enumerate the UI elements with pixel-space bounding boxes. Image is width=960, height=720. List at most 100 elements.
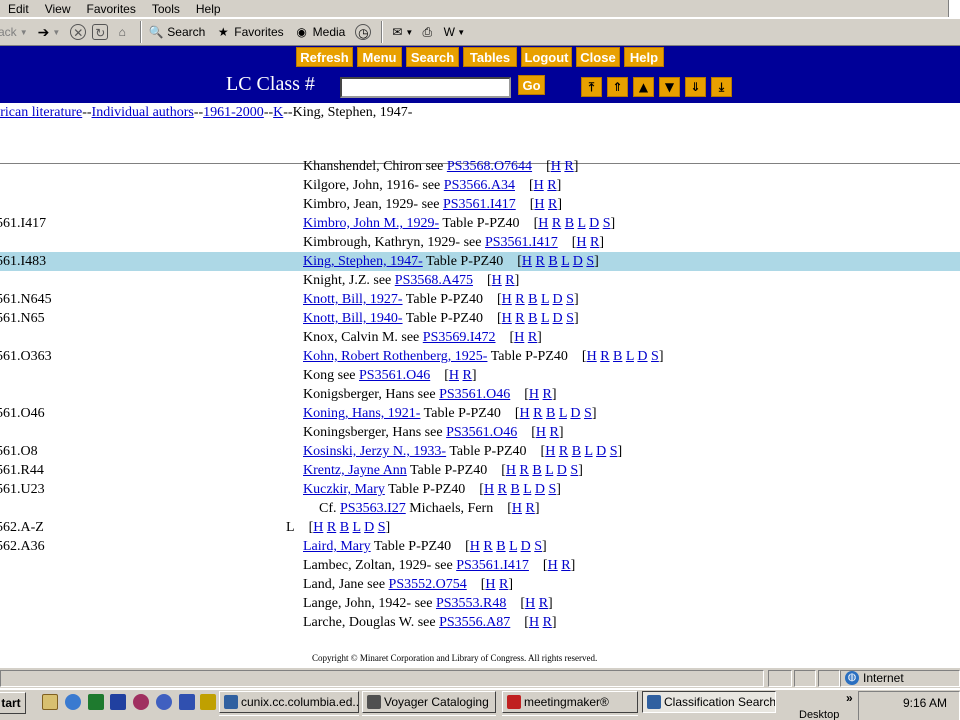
class-reference-link[interactable]: PS3556.A87	[439, 615, 510, 630]
option-link-h[interactable]: H	[502, 311, 512, 326]
home-icon[interactable]: ⌂	[114, 24, 130, 40]
nav-button-menu[interactable]: Menu	[357, 47, 402, 67]
option-link-b[interactable]: B	[532, 463, 541, 478]
menu-item-help[interactable]: Help	[188, 2, 229, 16]
option-link-r[interactable]: R	[515, 311, 524, 326]
option-link-b[interactable]: B	[548, 254, 557, 269]
option-link-s[interactable]: S	[603, 216, 611, 231]
option-link-l[interactable]: L	[559, 406, 567, 421]
nav-button-refresh[interactable]: Refresh	[296, 47, 353, 67]
show-desktop-icon[interactable]	[42, 694, 58, 710]
option-link-b[interactable]: B	[528, 311, 537, 326]
option-link-d[interactable]: D	[637, 349, 647, 364]
option-link-r[interactable]: R	[483, 539, 492, 554]
option-link-r[interactable]: R	[515, 292, 524, 307]
option-link-s[interactable]: S	[566, 311, 574, 326]
option-link-l[interactable]: L	[523, 482, 531, 497]
favorites-button[interactable]: ★ Favorites	[215, 24, 284, 40]
nav-button-search[interactable]: Search	[406, 47, 459, 67]
option-link-s[interactable]: S	[584, 406, 592, 421]
option-link-r[interactable]: R	[536, 254, 545, 269]
option-link-h[interactable]: H	[522, 254, 532, 269]
option-link-b[interactable]: B	[510, 482, 519, 497]
app-icon[interactable]	[200, 694, 216, 710]
class-reference-link[interactable]: PS3569.I472	[423, 330, 496, 345]
author-link[interactable]: Krentz, Jayne Ann	[303, 463, 407, 478]
class-reference-link[interactable]: PS3563.I27	[340, 501, 406, 516]
option-link-d[interactable]: D	[535, 482, 545, 497]
option-link-h[interactable]: H	[534, 178, 544, 193]
search-button[interactable]: 🔍 Search	[148, 24, 206, 40]
mail-icon[interactable]: ✉	[389, 24, 405, 40]
option-link-r[interactable]: R	[547, 178, 556, 193]
option-link-d[interactable]: D	[364, 520, 374, 535]
option-link-r[interactable]: R	[498, 482, 507, 497]
word-icon[interactable]	[110, 694, 126, 710]
option-link-s[interactable]: S	[610, 444, 618, 459]
option-link-h[interactable]: H	[470, 539, 480, 554]
nav-button-logout[interactable]: Logout	[521, 47, 572, 67]
breadcrumb-link[interactable]: 1961-2000	[203, 105, 264, 120]
go-button[interactable]: Go	[518, 75, 545, 95]
author-link[interactable]: Knott, Bill, 1927-	[303, 292, 403, 307]
option-link-d[interactable]: D	[570, 406, 580, 421]
page-down-icon[interactable]: ⇓	[685, 77, 706, 97]
option-link-l[interactable]: L	[626, 349, 634, 364]
option-link-r[interactable]: R	[533, 406, 542, 421]
option-link-d[interactable]: D	[573, 254, 583, 269]
nav-button-tables[interactable]: Tables	[463, 47, 517, 67]
last-page-icon[interactable]: ⤓	[711, 77, 732, 97]
option-link-h[interactable]: H	[538, 216, 548, 231]
line-up-icon[interactable]: ▲	[633, 77, 654, 97]
option-link-r[interactable]: R	[559, 444, 568, 459]
option-link-b[interactable]: B	[546, 406, 555, 421]
option-link-h[interactable]: H	[587, 349, 597, 364]
option-link-h[interactable]: H	[313, 520, 323, 535]
option-link-h[interactable]: H	[529, 387, 539, 402]
option-link-h[interactable]: H	[520, 406, 530, 421]
option-link-s[interactable]: S	[570, 463, 578, 478]
option-link-r[interactable]: R	[543, 387, 552, 402]
app-icon[interactable]	[179, 694, 195, 710]
taskbar-task[interactable]: cunix.cc.columbia.ed...	[219, 691, 359, 713]
class-reference-link[interactable]: PS3566.A34	[444, 178, 515, 193]
stop-icon[interactable]: ✕	[70, 24, 87, 40]
class-reference-link[interactable]: PS3553.R48	[436, 596, 506, 611]
option-link-l[interactable]: L	[585, 444, 593, 459]
option-link-l[interactable]: L	[541, 292, 549, 307]
print-icon[interactable]: ⎙	[419, 24, 435, 40]
class-reference-link[interactable]: PS3561.O46	[359, 368, 430, 383]
author-link[interactable]: Kosinski, Jerzy N., 1933-	[303, 444, 446, 459]
option-link-d[interactable]: D	[521, 539, 531, 554]
option-link-h[interactable]: H	[534, 197, 544, 212]
class-reference-link[interactable]: PS3561.O46	[446, 425, 517, 440]
option-link-s[interactable]: S	[548, 482, 556, 497]
option-link-b[interactable]: B	[613, 349, 622, 364]
class-reference-link[interactable]: PS3561.I417	[456, 558, 529, 573]
breadcrumb-link[interactable]: erican literature	[0, 105, 82, 120]
app-icon[interactable]	[156, 694, 172, 710]
option-link-h[interactable]: H	[536, 425, 546, 440]
option-link-h[interactable]: H	[514, 330, 524, 345]
lc-class-input[interactable]	[340, 77, 511, 98]
option-link-d[interactable]: D	[589, 216, 599, 231]
menu-item-tools[interactable]: Tools	[144, 2, 188, 16]
option-link-h[interactable]: H	[525, 596, 535, 611]
class-reference-link[interactable]: PS3552.O754	[389, 577, 467, 592]
option-link-r[interactable]: R	[600, 349, 609, 364]
refresh-icon[interactable]: ↻	[92, 24, 109, 40]
breadcrumb-link[interactable]: K	[273, 105, 283, 120]
author-link[interactable]: Kimbro, John M., 1929-	[303, 216, 439, 231]
option-link-r[interactable]: R	[552, 216, 561, 231]
ie-icon[interactable]	[65, 694, 81, 710]
option-link-l[interactable]: L	[545, 463, 553, 478]
option-link-d[interactable]: D	[553, 292, 563, 307]
menu-item-view[interactable]: View	[37, 2, 79, 16]
option-link-r[interactable]: R	[463, 368, 472, 383]
option-link-s[interactable]: S	[534, 539, 542, 554]
option-link-r[interactable]: R	[526, 501, 535, 516]
class-reference-link[interactable]: PS3561.O46	[439, 387, 510, 402]
option-link-r[interactable]: R	[528, 330, 537, 345]
nav-button-close[interactable]: Close	[576, 47, 620, 67]
option-link-h[interactable]: H	[551, 160, 561, 174]
